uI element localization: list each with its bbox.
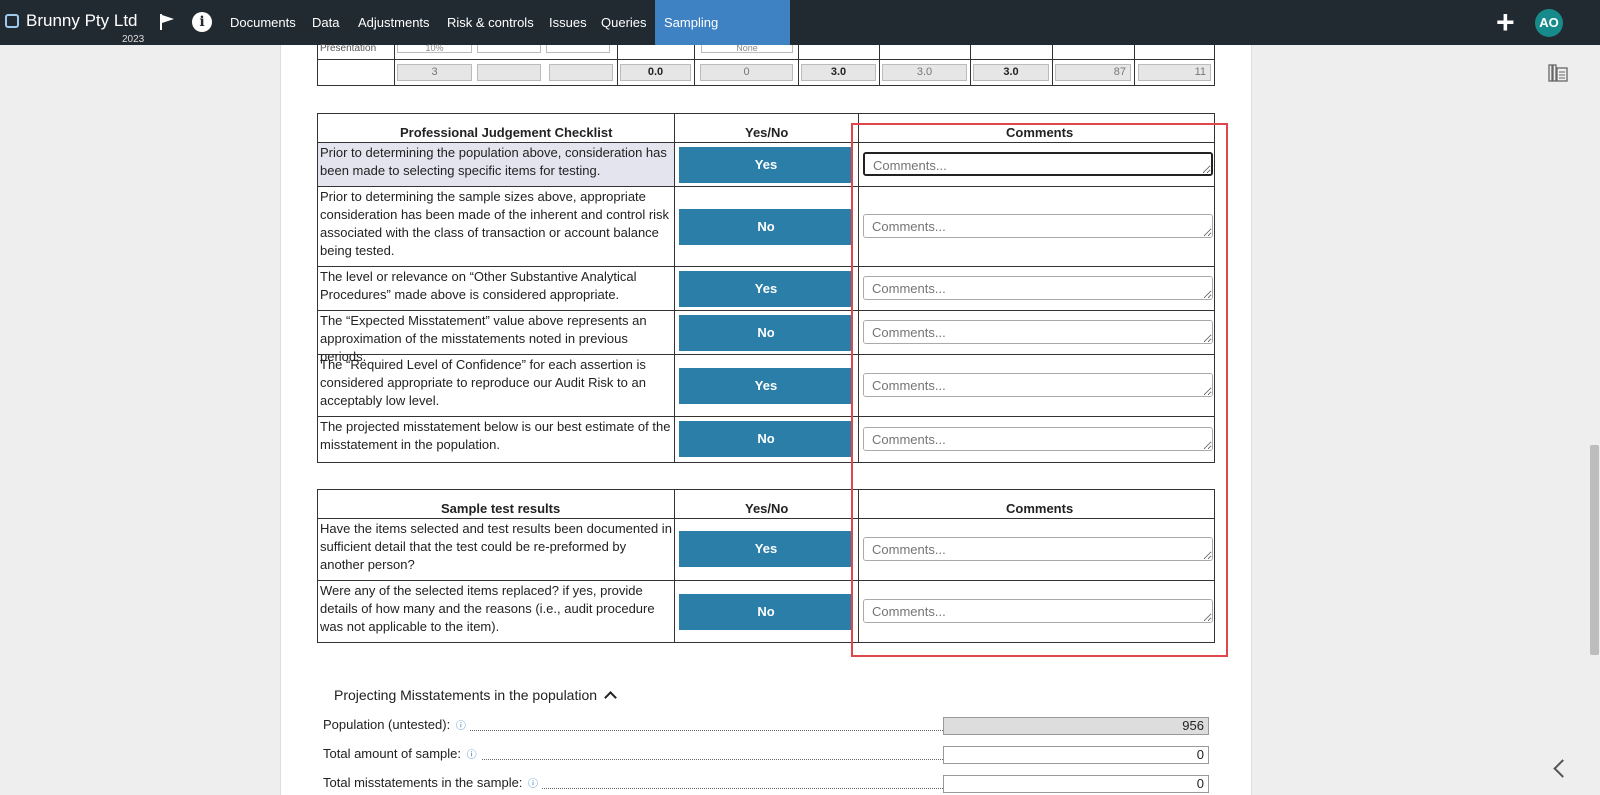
checklist-question: The “Expected Misstatement” value above … (320, 313, 647, 364)
info-icon[interactable]: ⓘ (465, 750, 479, 761)
table-row: The projected misstatement below is our … (318, 416, 1214, 462)
sample-results-table: Sample test results Yes/No Comments Have… (317, 489, 1215, 643)
comments-field[interactable] (863, 320, 1213, 344)
checklist-question: The level or relevance on “Other Substan… (320, 269, 637, 302)
total-sample-amount-field[interactable]: 0 (943, 746, 1209, 764)
projection-line: Total amount of sample: ⓘ (323, 746, 943, 764)
projection-label: Total misstatements in the sample: (323, 775, 523, 790)
header-question: Professional Judgement Checklist (400, 125, 613, 140)
checklist-question: The projected misstatement below is our … (320, 419, 671, 452)
nav-data[interactable]: Data (303, 0, 348, 45)
header-question: Sample test results (441, 501, 561, 516)
client-name[interactable]: Brunny Pty Ltd (26, 11, 138, 31)
judgement-checklist-table: Professional Judgement Checklist Yes/No … (317, 113, 1215, 463)
summary-total-cell: 3.0 (801, 64, 876, 81)
nav-risk-controls[interactable]: Risk & controls (438, 0, 543, 45)
user-avatar[interactable]: AO (1535, 9, 1563, 37)
summary-total-cell: 3 (397, 64, 472, 81)
comments-field[interactable] (863, 599, 1213, 623)
projection-line: Population (untested): ⓘ (323, 717, 943, 735)
summary-total-cell: 87 (1055, 64, 1131, 81)
yes-no-toggle[interactable]: Yes (679, 147, 853, 183)
info-icon[interactable]: ⓘ (526, 779, 540, 790)
results-question: Have the items selected and test results… (320, 521, 672, 572)
population-untested-value: 956 (943, 717, 1209, 735)
library-icon[interactable] (1548, 63, 1568, 83)
yes-no-toggle[interactable]: Yes (679, 271, 853, 307)
nav-queries[interactable]: Queries (592, 0, 656, 45)
comments-field[interactable] (863, 373, 1213, 397)
nav-adjustments[interactable]: Adjustments (349, 0, 439, 45)
app-logo-icon[interactable] (5, 14, 19, 28)
projection-line: Total misstatements in the sample: ⓘ (323, 775, 943, 793)
checklist-question: Prior to determining the sample sizes ab… (320, 189, 670, 258)
table-row: The “Required Level of Confidence” for e… (318, 354, 1214, 416)
flag-icon[interactable] (158, 13, 176, 31)
summary-top-cell[interactable] (477, 45, 541, 53)
summary-total-cell: 3.0 (973, 64, 1049, 81)
projection-label: Population (untested): (323, 717, 451, 732)
table-row: The level or relevance on “Other Substan… (318, 266, 1214, 310)
summary-total-cell (477, 64, 541, 81)
yes-no-toggle[interactable]: No (679, 421, 853, 457)
yes-no-toggle[interactable]: Yes (679, 531, 853, 567)
comments-field[interactable] (863, 537, 1213, 561)
table-row: Were any of the selected items replaced?… (318, 580, 1214, 642)
yes-no-toggle[interactable]: No (679, 209, 853, 245)
comments-field[interactable] (863, 427, 1213, 451)
summary-total-cell (549, 64, 613, 81)
summary-total-cell: 0.0 (620, 64, 691, 81)
scrollbar-track[interactable] (1588, 45, 1600, 795)
yes-no-toggle[interactable]: No (679, 594, 853, 630)
summary-top-cell[interactable]: None (701, 44, 793, 53)
comments-field[interactable] (863, 152, 1213, 176)
info-icon[interactable]: i (192, 12, 212, 32)
summary-table: Presentation 10% None 3 0.0 0 3.0 3.0 3.… (317, 43, 1215, 86)
yes-no-toggle[interactable]: Yes (679, 368, 853, 404)
total-misstatements-field[interactable]: 0 (943, 775, 1209, 793)
comments-field[interactable] (863, 214, 1213, 238)
summary-top-cell[interactable] (546, 45, 610, 53)
yes-no-toggle[interactable]: No (679, 315, 853, 351)
results-question: Were any of the selected items replaced?… (320, 583, 655, 634)
table-row: Have the items selected and test results… (318, 518, 1214, 580)
nav-sampling-worksheet[interactable]: Sampling Worksheet (655, 0, 790, 75)
summary-total-cell: 0 (700, 64, 793, 81)
scrollbar-thumb[interactable] (1590, 445, 1599, 655)
summary-row-label: Presentation (320, 43, 377, 54)
checklist-question: Prior to determining the population abov… (318, 143, 674, 186)
summary-top-cell[interactable]: 10% (397, 44, 472, 53)
comments-field[interactable] (863, 276, 1213, 300)
nav-documents[interactable]: Documents (221, 0, 305, 45)
info-icon[interactable]: ⓘ (454, 721, 468, 732)
projection-section-title[interactable]: Projecting Misstatements in the populati… (334, 687, 597, 703)
summary-total-cell: 3.0 (882, 64, 967, 81)
projection-label: Total amount of sample: (323, 746, 462, 761)
summary-total-cell: 11 (1138, 64, 1211, 81)
client-year: 2023 (122, 34, 145, 45)
table-row: Prior to determining the population abov… (318, 142, 1214, 186)
checklist-question: The “Required Level of Confidence” for e… (320, 357, 646, 408)
table-row: Prior to determining the sample sizes ab… (318, 186, 1214, 266)
add-icon[interactable]: + (1496, 6, 1515, 38)
top-nav-bar: Brunny Pty Ltd 2023 i Documents Data Adj… (0, 0, 1600, 75)
table-row: The “Expected Misstatement” value above … (318, 310, 1214, 364)
chevron-left-icon[interactable] (1553, 759, 1572, 778)
nav-issues[interactable]: Issues (540, 0, 596, 45)
